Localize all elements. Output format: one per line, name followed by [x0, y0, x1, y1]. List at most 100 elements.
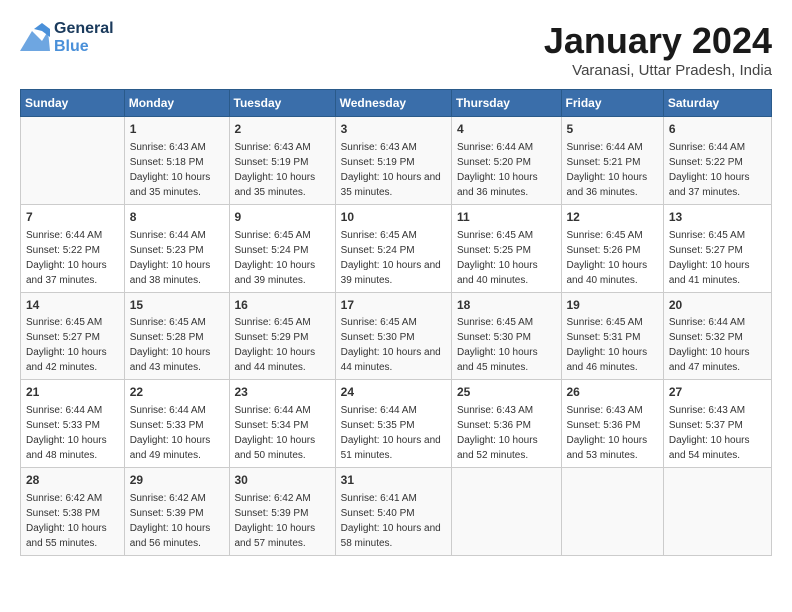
sunrise-text: Sunrise: 6:44 AM — [341, 403, 446, 418]
day-number: 12 — [567, 209, 658, 226]
daylight-text: Daylight: 10 hours and 40 minutes. — [567, 258, 658, 288]
header-day-sunday: Sunday — [21, 90, 125, 117]
day-info: Sunrise: 6:45 AMSunset: 5:30 PMDaylight:… — [457, 315, 556, 375]
sunset-text: Sunset: 5:27 PM — [26, 330, 119, 345]
daylight-text: Daylight: 10 hours and 42 minutes. — [26, 345, 119, 375]
sunrise-text: Sunrise: 6:44 AM — [457, 140, 556, 155]
day-number: 1 — [130, 121, 224, 138]
calendar-cell: 28Sunrise: 6:42 AMSunset: 5:38 PMDayligh… — [21, 468, 125, 556]
day-number: 9 — [235, 209, 330, 226]
calendar-cell — [21, 117, 125, 205]
calendar-cell: 14Sunrise: 6:45 AMSunset: 5:27 PMDayligh… — [21, 292, 125, 380]
sunrise-text: Sunrise: 6:44 AM — [567, 140, 658, 155]
sunset-text: Sunset: 5:35 PM — [341, 418, 446, 433]
logo-text: General Blue — [54, 20, 114, 56]
calendar-cell: 15Sunrise: 6:45 AMSunset: 5:28 PMDayligh… — [124, 292, 229, 380]
daylight-text: Daylight: 10 hours and 50 minutes. — [235, 433, 330, 463]
sunrise-text: Sunrise: 6:44 AM — [235, 403, 330, 418]
day-number: 30 — [235, 472, 330, 489]
calendar-cell: 19Sunrise: 6:45 AMSunset: 5:31 PMDayligh… — [561, 292, 663, 380]
sunset-text: Sunset: 5:39 PM — [130, 506, 224, 521]
calendar-cell: 2Sunrise: 6:43 AMSunset: 5:19 PMDaylight… — [229, 117, 335, 205]
calendar-cell — [561, 468, 663, 556]
day-info: Sunrise: 6:43 AMSunset: 5:37 PMDaylight:… — [669, 403, 766, 463]
day-info: Sunrise: 6:44 AMSunset: 5:21 PMDaylight:… — [567, 140, 658, 200]
header-day-wednesday: Wednesday — [335, 90, 451, 117]
sunrise-text: Sunrise: 6:44 AM — [669, 140, 766, 155]
day-number: 6 — [669, 121, 766, 138]
day-number: 23 — [235, 384, 330, 401]
day-info: Sunrise: 6:42 AMSunset: 5:39 PMDaylight:… — [130, 491, 224, 551]
day-info: Sunrise: 6:44 AMSunset: 5:20 PMDaylight:… — [457, 140, 556, 200]
calendar-cell: 6Sunrise: 6:44 AMSunset: 5:22 PMDaylight… — [663, 117, 771, 205]
calendar-cell — [663, 468, 771, 556]
day-info: Sunrise: 6:44 AMSunset: 5:32 PMDaylight:… — [669, 315, 766, 375]
sunrise-text: Sunrise: 6:43 AM — [669, 403, 766, 418]
day-number: 14 — [26, 297, 119, 314]
day-info: Sunrise: 6:43 AMSunset: 5:19 PMDaylight:… — [341, 140, 446, 200]
daylight-text: Daylight: 10 hours and 39 minutes. — [341, 258, 446, 288]
sunrise-text: Sunrise: 6:44 AM — [26, 403, 119, 418]
day-info: Sunrise: 6:44 AMSunset: 5:33 PMDaylight:… — [130, 403, 224, 463]
day-number: 15 — [130, 297, 224, 314]
daylight-text: Daylight: 10 hours and 41 minutes. — [669, 258, 766, 288]
calendar-cell: 17Sunrise: 6:45 AMSunset: 5:30 PMDayligh… — [335, 292, 451, 380]
day-number: 29 — [130, 472, 224, 489]
sunset-text: Sunset: 5:30 PM — [341, 330, 446, 345]
logo: General Blue — [20, 20, 114, 56]
sunset-text: Sunset: 5:22 PM — [669, 155, 766, 170]
day-info: Sunrise: 6:45 AMSunset: 5:24 PMDaylight:… — [341, 228, 446, 288]
calendar-cell: 8Sunrise: 6:44 AMSunset: 5:23 PMDaylight… — [124, 204, 229, 292]
sunset-text: Sunset: 5:21 PM — [567, 155, 658, 170]
header-day-saturday: Saturday — [663, 90, 771, 117]
day-info: Sunrise: 6:43 AMSunset: 5:36 PMDaylight:… — [457, 403, 556, 463]
day-info: Sunrise: 6:45 AMSunset: 5:24 PMDaylight:… — [235, 228, 330, 288]
sunset-text: Sunset: 5:30 PM — [457, 330, 556, 345]
day-info: Sunrise: 6:45 AMSunset: 5:30 PMDaylight:… — [341, 315, 446, 375]
day-number: 5 — [567, 121, 658, 138]
daylight-text: Daylight: 10 hours and 49 minutes. — [130, 433, 224, 463]
sunrise-text: Sunrise: 6:42 AM — [130, 491, 224, 506]
sunset-text: Sunset: 5:40 PM — [341, 506, 446, 521]
daylight-text: Daylight: 10 hours and 39 minutes. — [235, 258, 330, 288]
calendar-cell: 11Sunrise: 6:45 AMSunset: 5:25 PMDayligh… — [451, 204, 561, 292]
day-info: Sunrise: 6:45 AMSunset: 5:27 PMDaylight:… — [669, 228, 766, 288]
calendar-cell: 5 Sunrise: 6:44 AMSunset: 5:21 PMDaylight… — [561, 117, 663, 205]
day-number: 26 — [567, 384, 658, 401]
day-number: 21 — [26, 384, 119, 401]
day-info: Sunrise: 6:43 AMSunset: 5:18 PMDaylight:… — [130, 140, 224, 200]
daylight-text: Daylight: 10 hours and 57 minutes. — [235, 521, 330, 551]
daylight-text: Daylight: 10 hours and 36 minutes. — [567, 170, 658, 200]
sunrise-text: Sunrise: 6:45 AM — [341, 315, 446, 330]
calendar-cell: 31Sunrise: 6:41 AMSunset: 5:40 PMDayligh… — [335, 468, 451, 556]
sunset-text: Sunset: 5:36 PM — [567, 418, 658, 433]
sunset-text: Sunset: 5:24 PM — [235, 243, 330, 258]
day-number: 17 — [341, 297, 446, 314]
calendar-cell — [451, 468, 561, 556]
sunrise-text: Sunrise: 6:43 AM — [457, 403, 556, 418]
page-header: General Blue January 2024 Varanasi, Utta… — [20, 20, 772, 79]
day-info: Sunrise: 6:45 AMSunset: 5:27 PMDaylight:… — [26, 315, 119, 375]
calendar-cell: 10Sunrise: 6:45 AMSunset: 5:24 PMDayligh… — [335, 204, 451, 292]
daylight-text: Daylight: 10 hours and 47 minutes. — [669, 345, 766, 375]
header-day-monday: Monday — [124, 90, 229, 117]
day-info: Sunrise: 6:41 AMSunset: 5:40 PMDaylight:… — [341, 491, 446, 551]
logo-icon — [20, 23, 50, 53]
daylight-text: Daylight: 10 hours and 44 minutes. — [341, 345, 446, 375]
calendar-cell: 16Sunrise: 6:45 AMSunset: 5:29 PMDayligh… — [229, 292, 335, 380]
day-number: 25 — [457, 384, 556, 401]
daylight-text: Daylight: 10 hours and 48 minutes. — [26, 433, 119, 463]
sunset-text: Sunset: 5:23 PM — [130, 243, 224, 258]
day-number: 3 — [341, 121, 446, 138]
day-info: Sunrise: 6:45 AMSunset: 5:29 PMDaylight:… — [235, 315, 330, 375]
daylight-text: Daylight: 10 hours and 40 minutes. — [457, 258, 556, 288]
daylight-text: Daylight: 10 hours and 55 minutes. — [26, 521, 119, 551]
daylight-text: Daylight: 10 hours and 36 minutes. — [457, 170, 556, 200]
sunrise-text: Sunrise: 6:43 AM — [341, 140, 446, 155]
calendar-cell: 22Sunrise: 6:44 AMSunset: 5:33 PMDayligh… — [124, 380, 229, 468]
sunset-text: Sunset: 5:39 PM — [235, 506, 330, 521]
sunset-text: Sunset: 5:33 PM — [130, 418, 224, 433]
sunrise-text: Sunrise: 6:43 AM — [130, 140, 224, 155]
sunrise-text: Sunrise: 6:45 AM — [669, 228, 766, 243]
header-day-friday: Friday — [561, 90, 663, 117]
